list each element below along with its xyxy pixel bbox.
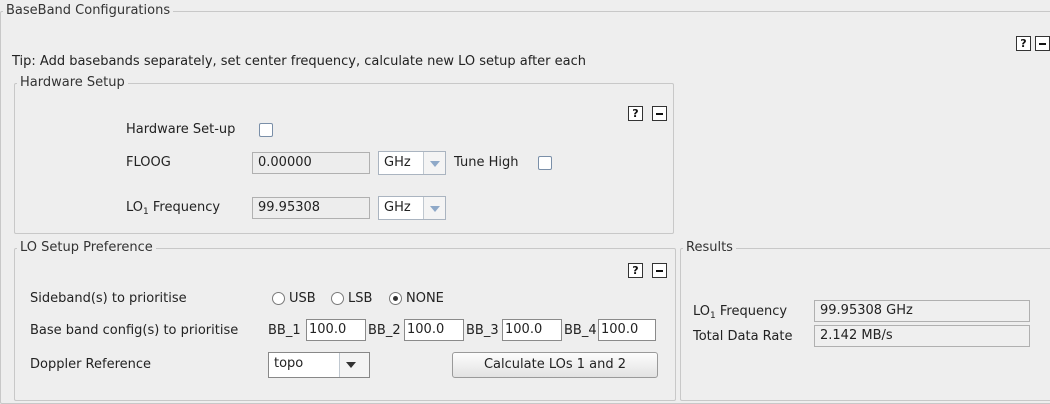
sideband-label: Sideband(s) to prioritise — [30, 291, 187, 306]
lo-setup-collapse-button[interactable] — [652, 263, 667, 278]
hardware-setup-label: Hardware Set-up — [126, 122, 236, 137]
calculate-los-button[interactable]: Calculate LOs 1 and 2 — [452, 352, 658, 378]
sideband-usb-radio[interactable] — [272, 292, 285, 305]
results-lo1-value: 99.95308 GHz — [814, 300, 1030, 322]
lo1-label-rest: Frequency — [148, 200, 221, 215]
doppler-select[interactable]: topo — [268, 352, 370, 378]
sideband-none-label: NONE — [406, 291, 444, 306]
lo1-unit-value: GHz — [384, 200, 411, 215]
floog-unit-value: GHz — [384, 155, 411, 170]
chevron-down-icon — [423, 152, 445, 174]
bb2-label: BB_2 — [368, 323, 401, 338]
chevron-down-icon — [423, 197, 445, 219]
doppler-label: Doppler Reference — [30, 357, 152, 372]
bb-prioritise-label: Base band config(s) to prioritise — [30, 323, 239, 338]
bb3-label: BB_3 — [466, 323, 499, 338]
floog-label: FLOOG — [126, 155, 171, 170]
results-lo1-label-rest: Frequency — [715, 304, 788, 319]
sideband-usb-label: USB — [289, 291, 316, 306]
bb4-input[interactable]: 100.0 — [598, 319, 656, 341]
bb2-input[interactable]: 100.0 — [404, 319, 464, 341]
sideband-lsb-label: LSB — [348, 291, 373, 306]
sideband-lsb-radio[interactable] — [331, 292, 344, 305]
floog-unit-select[interactable]: GHz — [378, 151, 446, 175]
hardware-setup-checkbox[interactable] — [259, 123, 273, 137]
baseband-tip: Tip: Add basebands separately, set cente… — [12, 54, 587, 69]
tune-high-checkbox[interactable] — [538, 156, 552, 170]
lo-setup-help-button[interactable]: ? — [628, 263, 643, 278]
hardware-setup-title: Hardware Setup — [20, 75, 125, 90]
lo1-frequency-label: LO1 Frequency — [126, 200, 220, 217]
lo-setup-title: LO Setup Preference — [20, 240, 153, 255]
total-data-rate-value: 2.142 MB/s — [814, 325, 1030, 347]
hardware-collapse-button[interactable] — [652, 106, 667, 121]
chevron-down-icon — [339, 353, 369, 377]
lo1-label-main: LO — [126, 200, 144, 215]
bb4-label: BB_4 — [564, 323, 597, 338]
baseband-help-button[interactable]: ? — [1016, 36, 1031, 51]
tune-high-label: Tune High — [454, 155, 519, 170]
total-data-rate-label: Total Data Rate — [693, 329, 793, 344]
baseband-collapse-button[interactable] — [1035, 36, 1050, 51]
hardware-help-button[interactable]: ? — [628, 106, 643, 121]
bb1-label: BB_1 — [268, 323, 301, 338]
lo1-unit-select[interactable]: GHz — [378, 196, 446, 220]
bb1-input[interactable]: 100.0 — [306, 319, 366, 341]
results-lo1-label: LO1 Frequency — [693, 304, 787, 321]
bb3-input[interactable]: 100.0 — [502, 319, 562, 341]
baseband-config-title: BaseBand Configurations — [6, 3, 171, 18]
results-lo1-label-main: LO — [693, 304, 711, 319]
lo1-frequency-field[interactable]: 99.95308 — [252, 197, 370, 219]
sideband-none-radio[interactable] — [389, 292, 402, 305]
results-title: Results — [686, 240, 733, 255]
floog-field[interactable]: 0.00000 — [252, 152, 370, 174]
doppler-value: topo — [274, 356, 304, 371]
